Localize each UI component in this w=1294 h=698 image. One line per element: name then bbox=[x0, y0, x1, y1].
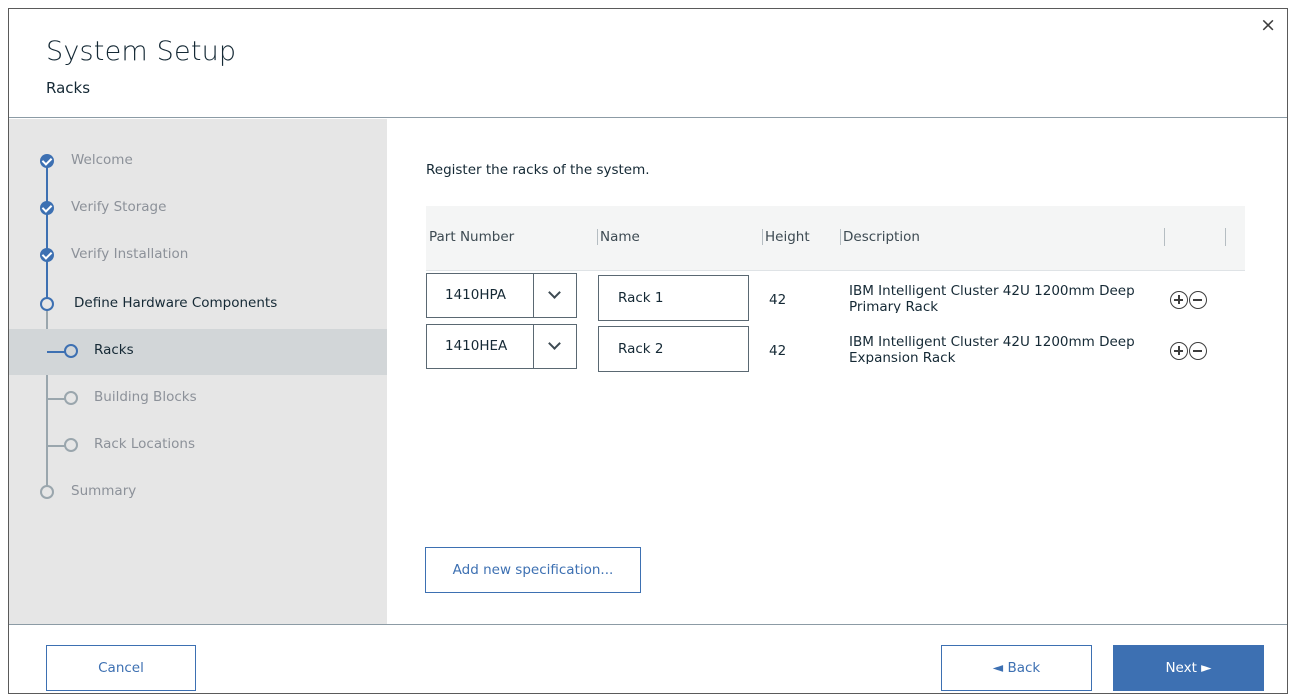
step-welcome[interactable]: Welcome bbox=[9, 139, 387, 185]
checkmark-icon bbox=[40, 154, 54, 168]
rack-name-input[interactable] bbox=[598, 326, 749, 372]
column-header-part-number: Part Number bbox=[429, 229, 515, 245]
step-verify-installation[interactable]: Verify Installation bbox=[9, 233, 387, 279]
column-header-description: Description bbox=[840, 229, 920, 245]
table-row: 1410HEA 42 IBM Intelligent Cluster 42U 1… bbox=[426, 324, 1245, 372]
step-label: Summary bbox=[71, 483, 137, 499]
part-number-value: 1410HEA bbox=[445, 338, 508, 354]
description-value: IBM Intelligent Cluster 42U 1200mm Deep … bbox=[849, 283, 1135, 313]
checkmark-icon bbox=[40, 201, 54, 215]
step-label: Building Blocks bbox=[94, 389, 197, 405]
column-separator bbox=[1164, 228, 1165, 246]
column-header-height: Height bbox=[762, 229, 810, 245]
step-summary[interactable]: Summary bbox=[9, 470, 387, 516]
description-value: IBM Intelligent Cluster 42U 1200mm Deep … bbox=[849, 334, 1135, 364]
next-button[interactable]: Next ► bbox=[1113, 645, 1264, 691]
main-content: Register the racks of the system. Part N… bbox=[387, 119, 1287, 624]
dialog-header: System Setup Racks bbox=[9, 9, 1287, 118]
cancel-button[interactable]: Cancel bbox=[46, 645, 196, 691]
dialog-subtitle: Racks bbox=[46, 79, 91, 97]
circle-icon bbox=[64, 391, 78, 405]
step-label: Verify Installation bbox=[71, 246, 189, 262]
system-setup-dialog: × System Setup Racks Welcome Verify Stor… bbox=[8, 8, 1288, 694]
circle-icon bbox=[40, 485, 54, 499]
back-button[interactable]: ◄ Back bbox=[941, 645, 1092, 691]
column-header-name: Name bbox=[597, 229, 640, 245]
step-building-blocks[interactable]: Building Blocks bbox=[9, 376, 387, 422]
step-list: Welcome Verify Storage Verify Installati… bbox=[9, 119, 387, 624]
part-number-select[interactable]: 1410HEA bbox=[426, 324, 577, 369]
chevron-down-icon bbox=[548, 286, 561, 299]
add-row-icon[interactable] bbox=[1170, 342, 1188, 360]
height-value: 42 bbox=[769, 343, 787, 359]
dropdown-toggle[interactable] bbox=[533, 325, 576, 368]
step-define-hardware-components[interactable]: Define Hardware Components bbox=[9, 282, 387, 328]
step-verify-storage[interactable]: Verify Storage bbox=[9, 186, 387, 232]
step-label: Define Hardware Components bbox=[74, 295, 278, 311]
table-header: Part Number Name Height Description bbox=[426, 206, 1245, 271]
add-new-specification-button[interactable]: Add new specification... bbox=[425, 547, 641, 593]
circle-icon bbox=[64, 438, 78, 452]
chevron-down-icon bbox=[548, 337, 561, 350]
circle-icon bbox=[64, 344, 78, 358]
remove-row-icon[interactable] bbox=[1189, 342, 1207, 360]
step-racks[interactable]: Racks bbox=[9, 329, 387, 375]
circle-icon bbox=[40, 297, 54, 311]
step-label: Welcome bbox=[71, 152, 133, 168]
column-separator bbox=[1225, 228, 1226, 246]
dropdown-toggle[interactable] bbox=[533, 274, 576, 317]
dialog-title: System Setup bbox=[46, 36, 237, 67]
table-row: 1410HPA 42 IBM Intelligent Cluster 42U 1… bbox=[426, 273, 1245, 321]
steps-sidebar: Welcome Verify Storage Verify Installati… bbox=[9, 119, 387, 624]
step-label: Racks bbox=[94, 342, 134, 358]
step-rack-locations[interactable]: Rack Locations bbox=[9, 423, 387, 469]
dialog-footer: Cancel ◄ Back Next ► bbox=[9, 624, 1287, 693]
step-label: Verify Storage bbox=[71, 199, 167, 215]
part-number-select[interactable]: 1410HPA bbox=[426, 273, 577, 318]
add-row-icon[interactable] bbox=[1170, 291, 1188, 309]
rack-name-input[interactable] bbox=[598, 275, 749, 321]
height-value: 42 bbox=[769, 292, 787, 308]
remove-row-icon[interactable] bbox=[1189, 291, 1207, 309]
checkmark-icon bbox=[40, 248, 54, 262]
step-label: Rack Locations bbox=[94, 436, 196, 452]
intro-text: Register the racks of the system. bbox=[426, 162, 650, 178]
part-number-value: 1410HPA bbox=[445, 287, 507, 303]
